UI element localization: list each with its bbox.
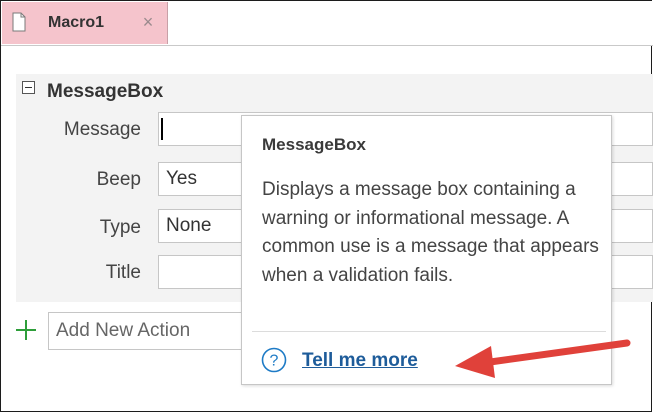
tell-me-more-link[interactable]: Tell me more xyxy=(302,350,418,372)
tooltip-title: MessageBox xyxy=(262,135,366,154)
beep-label: Beep xyxy=(96,169,141,190)
close-icon[interactable]: × xyxy=(139,11,157,33)
collapse-icon[interactable] xyxy=(22,81,35,94)
help-icon[interactable]: ? xyxy=(261,347,287,373)
text-caret xyxy=(161,118,163,140)
title-label: Title xyxy=(105,262,141,283)
document-tab-strip: Macro1 × xyxy=(1,1,653,46)
tab-macro1[interactable]: Macro1 × xyxy=(2,2,168,44)
message-label: Message xyxy=(63,119,141,140)
plus-icon[interactable] xyxy=(15,319,37,341)
action-name: MessageBox xyxy=(47,81,164,102)
svg-text:?: ? xyxy=(270,353,279,370)
type-label: Type xyxy=(99,217,141,238)
tab-title: Macro1 xyxy=(48,14,105,31)
annotation-arrow-icon xyxy=(455,339,631,378)
macro-designer-window: Macro1 × MessageBox Message Beep Yes Typ… xyxy=(0,0,653,412)
tooltip-description: Displays a message box containing a warn… xyxy=(262,179,599,286)
document-icon xyxy=(12,12,26,32)
